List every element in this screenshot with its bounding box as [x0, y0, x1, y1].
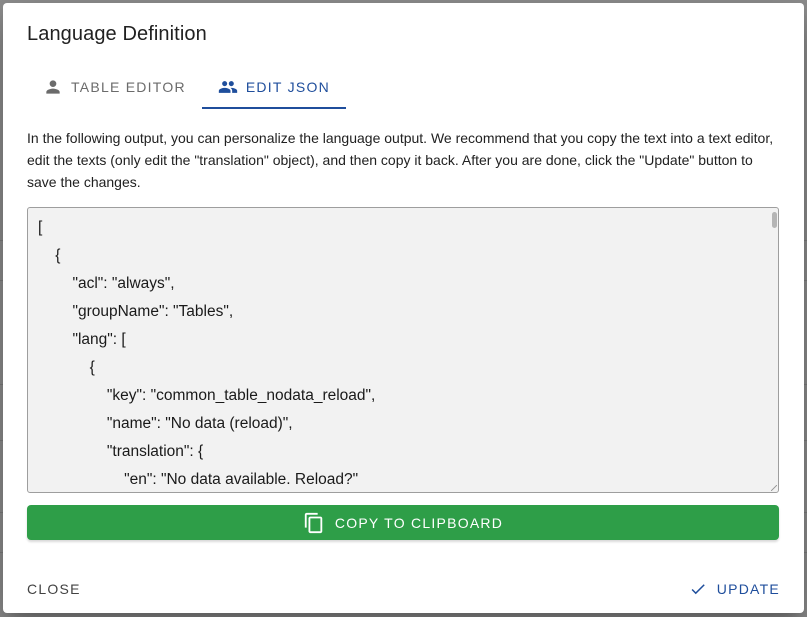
tab-label: TABLE EDITOR	[71, 79, 186, 95]
check-icon	[689, 580, 707, 598]
tab-edit-json[interactable]: EDIT JSON	[201, 65, 347, 109]
update-button[interactable]: UPDATE	[681, 571, 788, 607]
people-icon	[218, 77, 238, 97]
json-editor-text[interactable]: [ { "acl": "always", "groupName": "Table…	[38, 214, 375, 492]
editor-scrollbar[interactable]	[772, 212, 777, 228]
copy-button-label: COPY TO CLIPBOARD	[334, 514, 504, 531]
copy-to-clipboard-button[interactable]: COPY TO CLIPBOARD	[27, 505, 779, 540]
tab-label: EDIT JSON	[245, 79, 330, 95]
person-icon	[43, 77, 63, 97]
tab-table-editor[interactable]: TABLE EDITOR	[27, 65, 202, 109]
copy-icon	[303, 512, 325, 534]
resize-handle-icon[interactable]	[771, 485, 777, 491]
instructions-text: In the following output, you can persona…	[27, 130, 774, 190]
dialog-title: Language Definition	[27, 23, 207, 45]
json-editor[interactable]: [ { "acl": "always", "groupName": "Table…	[27, 207, 779, 493]
tab-bar: TABLE EDITOR EDIT JSON	[27, 65, 347, 109]
close-button[interactable]: CLOSE	[19, 571, 89, 607]
update-button-label: UPDATE	[716, 581, 780, 597]
language-definition-dialog: Language Definition TABLE EDITOR EDIT JS…	[3, 3, 804, 613]
